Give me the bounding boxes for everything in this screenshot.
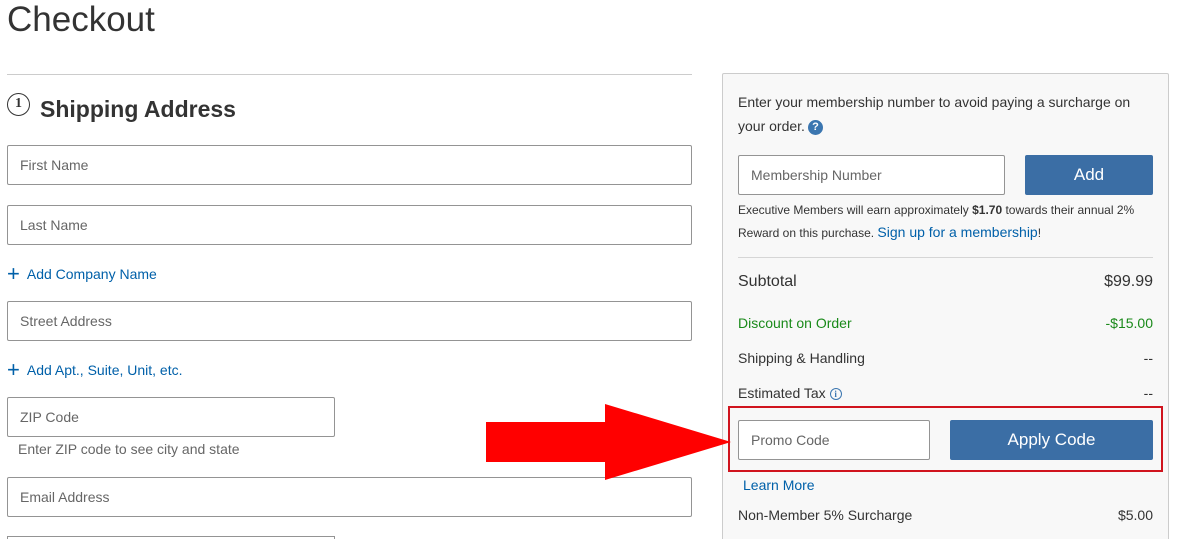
help-icon[interactable]: ? <box>807 119 823 135</box>
learn-more-link[interactable]: Learn More <box>743 477 815 493</box>
executive-reward-note: Executive Members will earn approximatel… <box>738 199 1158 244</box>
shipping-address-heading: Shipping Address <box>40 96 236 122</box>
membership-intro: Enter your membership number to avoid pa… <box>738 90 1158 138</box>
summary-divider <box>738 257 1153 258</box>
subtotal-value: $99.99 <box>1104 273 1153 290</box>
membership-number-input[interactable] <box>738 155 1005 195</box>
add-company-label: Add Company Name <box>26 266 157 282</box>
exec-note-prefix: Executive Members will earn approximatel… <box>738 203 973 217</box>
estimated-tax-label: Estimated Tax <box>738 385 826 401</box>
surcharge-label: Non-Member 5% Surcharge <box>738 507 913 523</box>
step-number-badge: 1 <box>7 93 30 116</box>
apply-code-button[interactable]: Apply Code <box>950 420 1153 460</box>
shipping-handling-value: -- <box>1143 350 1153 366</box>
section-divider <box>7 74 692 75</box>
surcharge-value: $5.00 <box>1117 507 1153 523</box>
discount-label: Discount on Order <box>738 315 852 331</box>
info-icon[interactable]: i <box>829 388 842 401</box>
zip-code-input[interactable] <box>7 397 335 437</box>
signup-membership-link[interactable]: Sign up for a membership <box>877 224 1037 240</box>
subtotal-label: Subtotal <box>738 273 797 290</box>
discount-row: Discount on Order -$15.00 <box>738 315 1153 331</box>
first-name-input[interactable] <box>7 145 692 185</box>
street-address-input[interactable] <box>7 301 692 341</box>
shipping-handling-label: Shipping & Handling <box>738 350 865 366</box>
email-address-input[interactable] <box>7 477 692 517</box>
surcharge-row: Non-Member 5% Surcharge $5.00 <box>738 507 1153 523</box>
plus-icon: + <box>7 261 20 286</box>
add-company-link[interactable]: + Add Company Name <box>7 261 157 286</box>
add-apt-label: Add Apt., Suite, Unit, etc. <box>26 362 183 378</box>
estimated-tax-label-wrap: Estimated Tax i <box>738 385 842 401</box>
estimated-tax-row: Estimated Tax i -- <box>738 385 1153 401</box>
discount-value: -$15.00 <box>1105 315 1153 331</box>
subtotal-row: Subtotal $99.99 <box>738 273 1153 291</box>
zip-code-hint: Enter ZIP code to see city and state <box>18 441 240 457</box>
last-name-input[interactable] <box>7 205 692 245</box>
add-membership-button[interactable]: Add <box>1025 155 1153 195</box>
estimated-tax-value: -- <box>1143 385 1153 401</box>
add-apt-link[interactable]: + Add Apt., Suite, Unit, etc. <box>7 357 183 382</box>
plus-icon: + <box>7 357 20 382</box>
shipping-handling-row: Shipping & Handling -- <box>738 350 1153 366</box>
membership-intro-text: Enter your membership number to avoid pa… <box>738 94 1131 134</box>
exec-reward-amount: $1.70 <box>972 203 1003 217</box>
exec-note-end: ! <box>1037 226 1042 240</box>
red-arrow-icon <box>486 404 731 480</box>
promo-code-input[interactable] <box>738 420 930 460</box>
page-title: Checkout <box>7 0 155 39</box>
